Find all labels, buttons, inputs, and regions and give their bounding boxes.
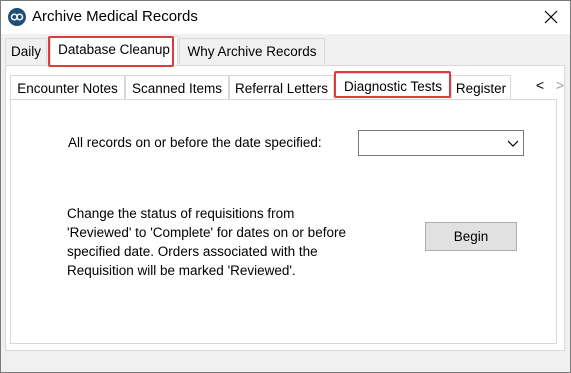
tab-label: Referral Letters [234, 81, 329, 96]
date-label: All records on or before the date specif… [68, 135, 322, 150]
chevron-left-icon: < [535, 77, 545, 93]
tab-label: Why Archive Records [187, 44, 317, 59]
scroll-left-button[interactable]: < [531, 75, 549, 97]
chevron-right-icon: > [555, 77, 565, 93]
tab-daily[interactable]: Daily [5, 38, 47, 64]
tab-label: Encounter Notes [17, 81, 118, 96]
inner-tab-strip: Encounter Notes Scanned Items Referral L… [10, 73, 571, 101]
tab-label: Diagnostic Tests [343, 79, 443, 94]
begin-label: Begin [453, 229, 489, 244]
tab-why-archive-records[interactable]: Why Archive Records [179, 38, 325, 64]
tab-scroll-controls: < > [531, 75, 571, 97]
top-tab-strip: Daily Database Cleanup Why Archive Recor… [5, 36, 565, 66]
tab-database-cleanup[interactable]: Database Cleanup [50, 36, 178, 65]
tab-referral-letters[interactable]: Referral Letters [229, 75, 334, 100]
date-dropdown[interactable] [358, 130, 524, 156]
bottom-strip [2, 353, 569, 371]
close-button[interactable] [533, 1, 570, 34]
tab-label: Register [455, 81, 507, 96]
tab-diagnostic-tests[interactable]: Diagnostic Tests [335, 73, 451, 100]
tab-register[interactable]: Register [451, 75, 511, 100]
tab-label: Daily [10, 44, 41, 59]
tab-label: Database Cleanup [58, 42, 170, 57]
begin-button[interactable]: Begin [425, 222, 517, 251]
archive-window: Archive Medical Records Daily Database C… [0, 0, 571, 373]
description-text: Change the status of requisitions from '… [67, 206, 346, 278]
tab-label: Scanned Items [131, 81, 223, 96]
tab-encounter-notes[interactable]: Encounter Notes [10, 75, 125, 100]
chevron-down-icon [507, 140, 519, 147]
window-title: Archive Medical Records [32, 8, 198, 25]
title-bar: Archive Medical Records [1, 1, 570, 34]
close-icon [544, 10, 558, 24]
scroll-right-button[interactable]: > [551, 75, 569, 97]
op-logo-icon [8, 8, 26, 26]
tab-scanned-items[interactable]: Scanned Items [125, 75, 229, 100]
